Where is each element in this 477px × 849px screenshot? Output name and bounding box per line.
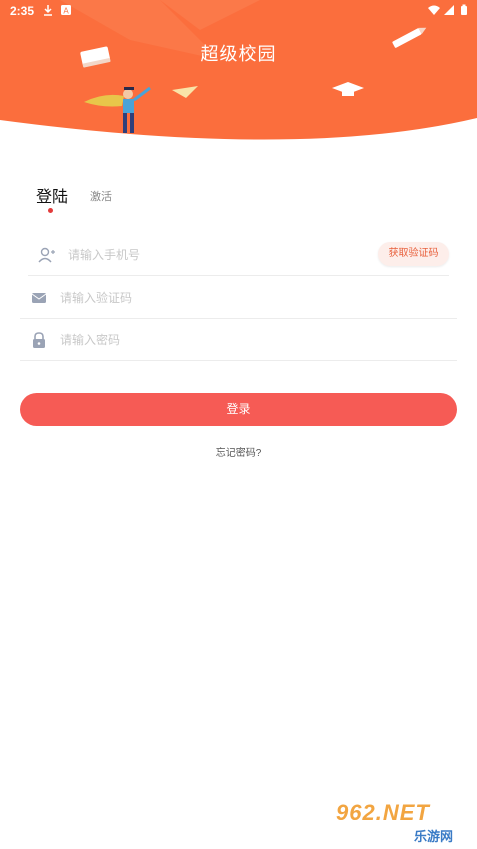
phone-input[interactable]	[68, 242, 368, 268]
status-bar: 2:35 A	[0, 0, 477, 22]
status-time: 2:35	[10, 4, 35, 18]
code-input[interactable]	[60, 285, 360, 311]
user-phone-icon	[38, 247, 55, 263]
lock-icon	[33, 332, 45, 348]
password-field-row	[20, 319, 457, 361]
header-banner: 2:35 A 超级校园	[0, 0, 477, 150]
phone-field-row: 获取验证码	[28, 234, 449, 276]
tab-login[interactable]: 登陆	[36, 183, 68, 207]
svg-text:A: A	[63, 7, 69, 16]
login-button[interactable]: 登录	[20, 393, 457, 426]
active-tab-indicator	[48, 208, 53, 213]
battery-icon	[461, 4, 467, 15]
forgot-password-link[interactable]: 忘记密码?	[0, 444, 477, 459]
watermark-main: 962.NET	[336, 800, 430, 825]
watermark-sub: 乐游网	[414, 829, 454, 844]
download-icon	[44, 5, 52, 16]
banner-background	[0, 0, 477, 140]
get-code-button[interactable]: 获取验证码	[378, 242, 449, 266]
app-title: 超级校园	[200, 44, 277, 64]
watermark-logo: 962.NET 乐游网	[336, 800, 472, 846]
a-notification-icon: A	[61, 5, 71, 16]
tab-activate[interactable]: 激活	[90, 188, 112, 204]
auth-tabs: 登陆 激活	[36, 183, 236, 223]
code-field-row	[20, 277, 457, 319]
wifi-icon	[428, 5, 440, 15]
envelope-icon	[31, 293, 47, 303]
signal-icon	[444, 5, 454, 15]
password-input[interactable]	[60, 327, 360, 353]
